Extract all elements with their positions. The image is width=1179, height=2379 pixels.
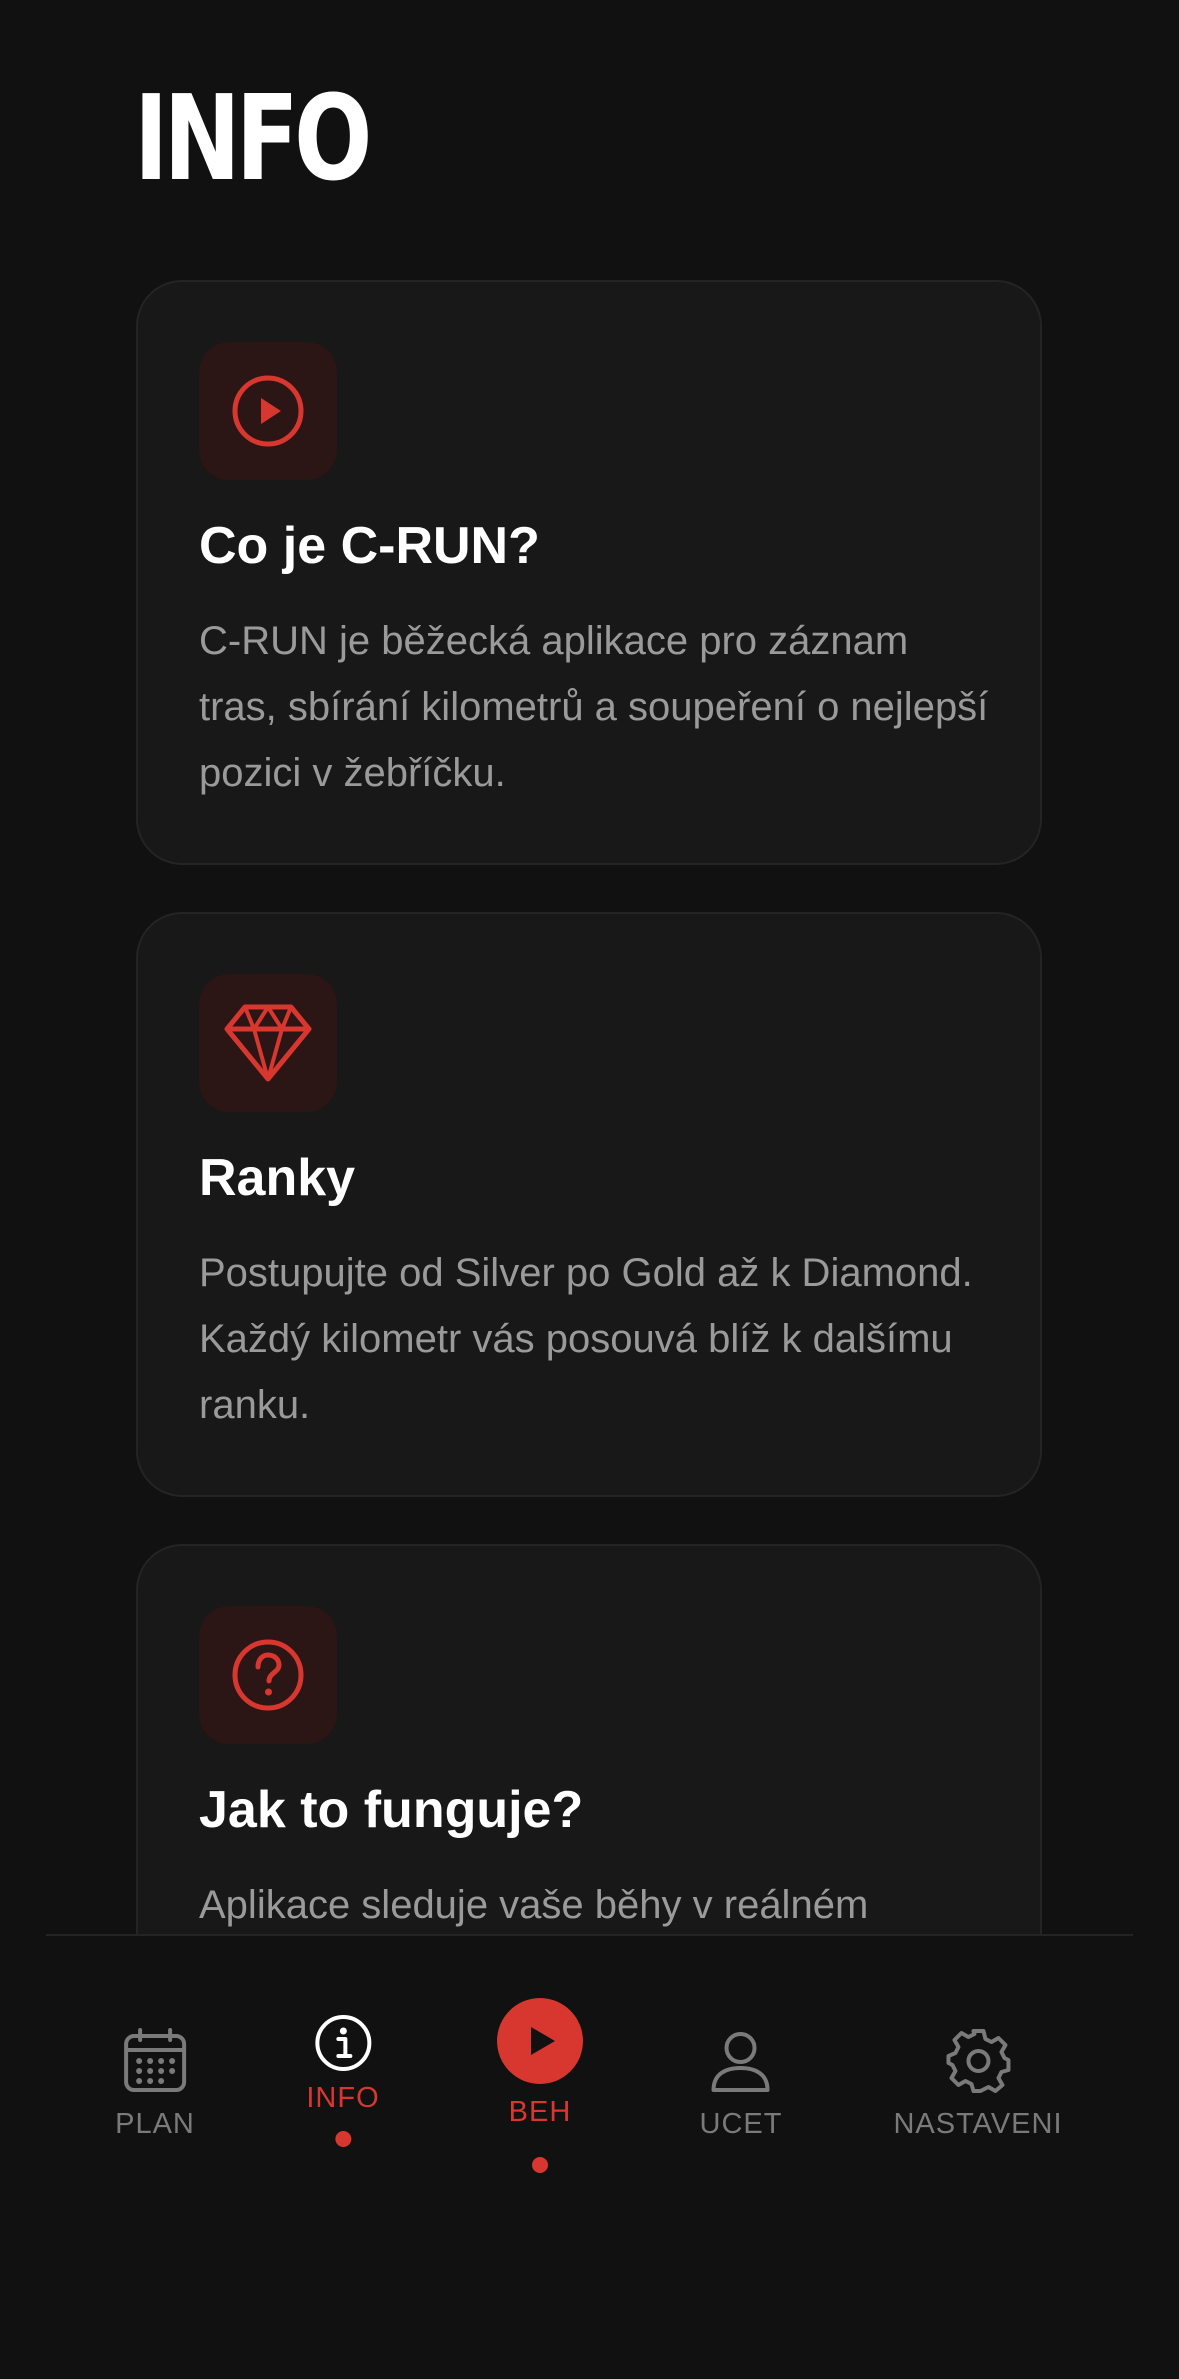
nav-label: BEH	[508, 2096, 572, 2128]
nav-item-ucet[interactable]: UCET	[700, 2028, 783, 2141]
nav-label: INFO	[306, 2082, 380, 2114]
nav-label: PLAN	[115, 2108, 195, 2140]
info-card-about: Co je C-RUN? C-RUN je běžecká aplikace p…	[136, 280, 1042, 865]
nav-item-beh[interactable]: BEH	[497, 1998, 583, 2173]
calendar-icon	[123, 2028, 186, 2092]
card-icon-tile	[199, 974, 337, 1112]
card-title: Jak to funguje?	[199, 1781, 584, 1839]
nav-item-plan[interactable]: PLAN	[115, 2028, 195, 2141]
diamond-icon	[224, 1004, 312, 1082]
screen: INFO Co je C-RUN? C-RUN je běžecká aplik…	[0, 0, 1179, 2379]
card-title: Co je C-RUN?	[199, 517, 540, 575]
content-scroll-area[interactable]: INFO Co je C-RUN? C-RUN je běžecká aplik…	[0, 0, 1179, 1934]
card-text: C-RUN je běžecká aplikace pro záznam tra…	[199, 619, 989, 795]
card-text: Postupujte od Silver po Gold až k Diamon…	[199, 1251, 973, 1427]
start-run-button[interactable]	[497, 1998, 583, 2084]
nav-item-info[interactable]: INFO	[306, 2014, 379, 2147]
play-circle-icon	[232, 375, 304, 447]
active-indicator-dot	[532, 2157, 548, 2173]
card-icon-tile	[199, 1606, 337, 1744]
nav-item-nastaveni[interactable]: NASTAVENI	[893, 2028, 1062, 2141]
page-title: INFO	[134, 69, 372, 207]
info-icon	[315, 2015, 371, 2071]
card-title: Ranky	[199, 1149, 356, 1207]
card-icon-tile	[199, 342, 337, 480]
question-circle-icon	[232, 1639, 304, 1711]
nav-label: UCET	[699, 2108, 783, 2140]
nav-label: NASTAVENI	[893, 2108, 1063, 2140]
info-card-ranks: Ranky Postupujte od Silver po Gold až k …	[136, 912, 1042, 1497]
nav-divider	[46, 1934, 1133, 1936]
user-icon	[711, 2032, 770, 2092]
gear-icon	[945, 2029, 1010, 2093]
play-icon	[531, 2027, 555, 2055]
bottom-nav: PLAN INFO BEH UCET NASTAVENI	[0, 1934, 1179, 2379]
card-text: Aplikace sleduje vaše běhy v reálném	[199, 1883, 869, 1927]
active-indicator-dot	[335, 2131, 351, 2147]
info-card-how-it-works: Jak to funguje? Aplikace sleduje vaše bě…	[136, 1544, 1042, 1934]
